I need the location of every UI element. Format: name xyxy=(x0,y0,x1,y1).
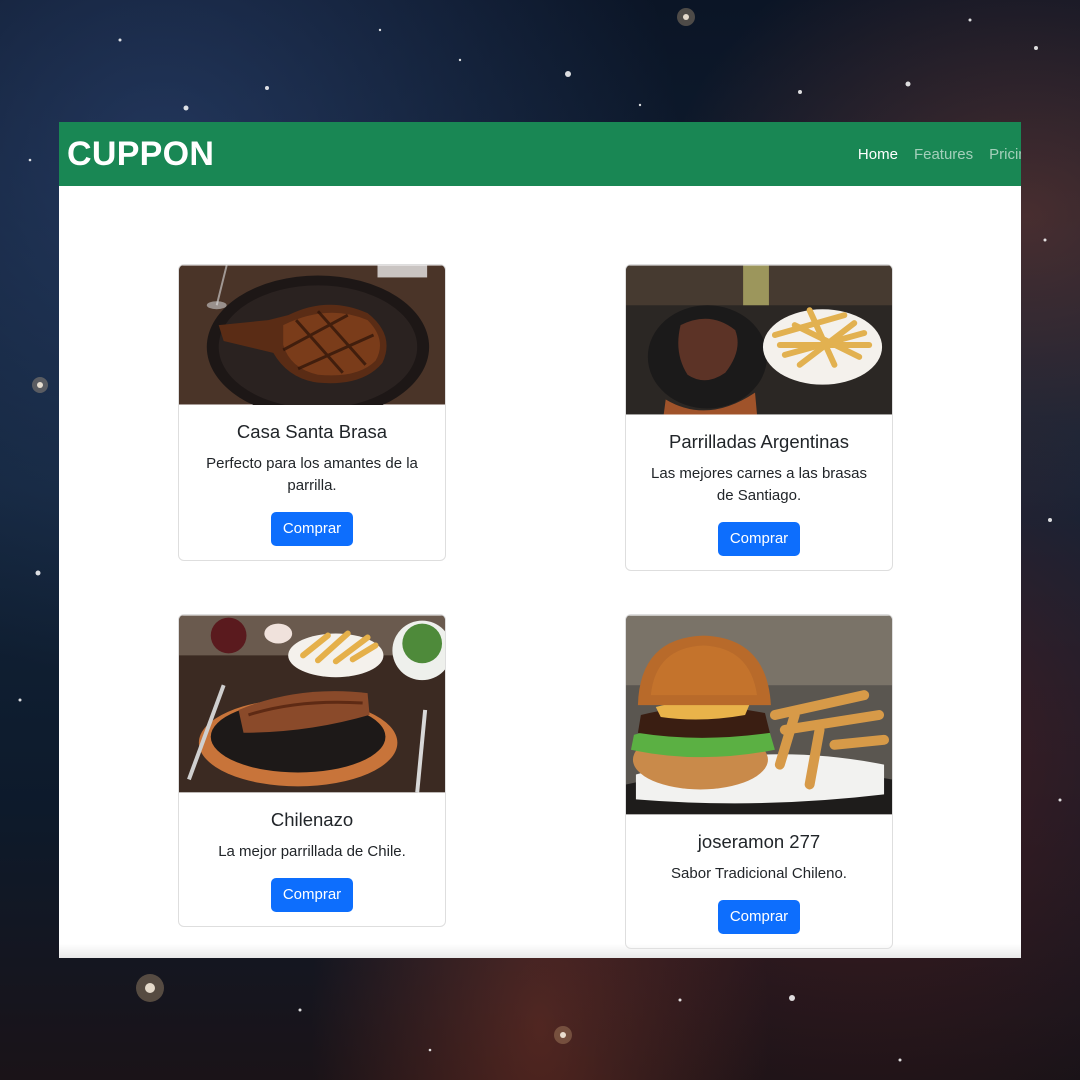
product-card: joseramon 277 Sabor Tradicional Chileno.… xyxy=(625,614,893,949)
product-card: Casa Santa Brasa Perfecto para los amant… xyxy=(178,264,446,561)
card-text: Perfecto para los amantes de la parrilla… xyxy=(206,455,418,494)
nav-link-pricing[interactable]: Pricing xyxy=(989,146,1021,163)
card-text: Las mejores carnes a las brasas de Santi… xyxy=(651,465,867,504)
buy-button[interactable]: Comprar xyxy=(270,512,354,546)
card-text: La mejor parrillada de Chile. xyxy=(218,843,406,860)
steak-photo xyxy=(179,265,445,405)
nav-links: Home Features Pricing xyxy=(858,146,1021,163)
buy-button[interactable]: Comprar xyxy=(717,900,801,934)
ribs-platter-photo xyxy=(179,615,445,793)
card-title: Parrilladas Argentinas xyxy=(669,431,849,452)
product-card: Parrilladas Argentinas Las mejores carne… xyxy=(625,264,893,571)
brand-logo[interactable]: CUPPON xyxy=(67,135,214,174)
page-bottom-shadow xyxy=(59,944,1021,958)
product-card: Chilenazo La mejor parrillada de Chile. … xyxy=(178,614,446,927)
card-title: Casa Santa Brasa xyxy=(236,421,388,442)
browser-page: CUPPON Home Features Pricing Casa Santa … xyxy=(59,122,1021,958)
grilled-meat-with-fries-photo xyxy=(626,265,892,415)
card-text: Sabor Tradicional Chileno. xyxy=(671,865,847,882)
buy-button[interactable]: Comprar xyxy=(717,522,801,556)
card-title: joseramon 277 xyxy=(697,831,821,852)
buy-button[interactable]: Comprar xyxy=(270,878,354,912)
card-body: joseramon 277 Sabor Tradicional Chileno.… xyxy=(626,815,892,948)
card-title: Chilenazo xyxy=(270,809,354,830)
nav-link-home[interactable]: Home xyxy=(858,146,898,163)
card-body: Parrilladas Argentinas Las mejores carne… xyxy=(626,415,892,570)
navbar: CUPPON Home Features Pricing xyxy=(59,122,1021,186)
card-body: Chilenazo La mejor parrillada de Chile. … xyxy=(179,793,445,926)
burger-with-fries-photo xyxy=(626,615,892,815)
card-body: Casa Santa Brasa Perfecto para los amant… xyxy=(179,405,445,560)
nav-link-features[interactable]: Features xyxy=(914,146,973,163)
